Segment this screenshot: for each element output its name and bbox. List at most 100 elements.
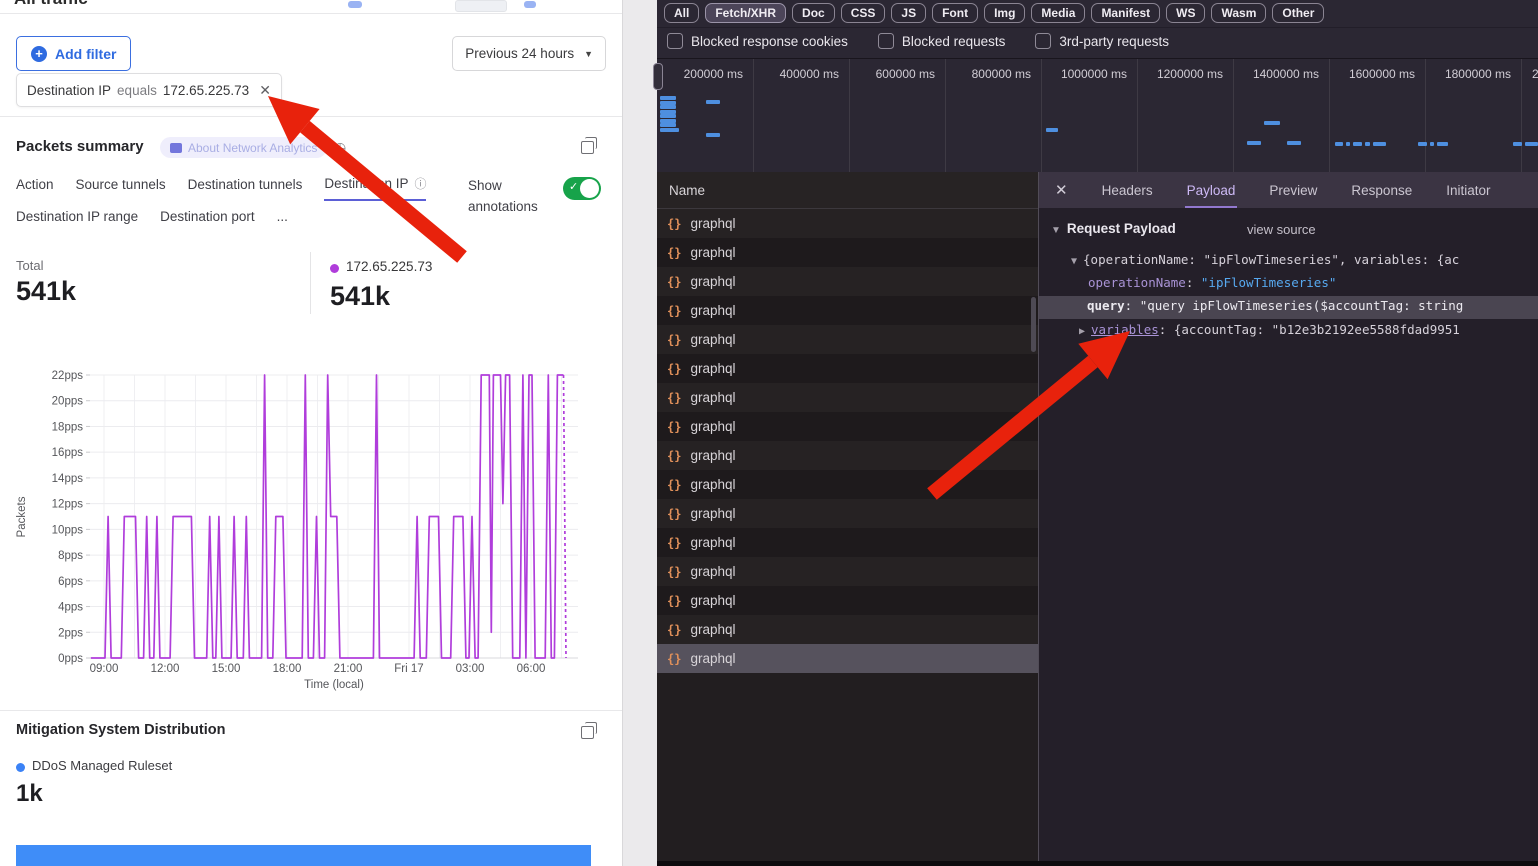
request-name: graphql <box>690 651 735 666</box>
request-type-pills: All Fetch/XHR Doc CSSJS Font Img Media Manifest… <box>664 3 1324 23</box>
request-row[interactable]: {}graphql <box>657 644 1038 673</box>
view-source-link[interactable]: view source <box>1247 222 1316 237</box>
detail-tab-response[interactable]: Response <box>1349 172 1414 208</box>
expand-card-icon[interactable] <box>581 726 594 739</box>
tab-destination-ip[interactable]: Destination IPⓘ <box>324 175 426 201</box>
series-dot <box>330 264 339 273</box>
toggle-knob <box>580 179 599 198</box>
triangle-down-icon: ▼ <box>1051 225 1061 236</box>
show-annotations-toggle[interactable]: ✓ <box>563 177 601 200</box>
json-icon: {} <box>667 536 681 550</box>
request-row[interactable]: {}graphql <box>657 209 1038 238</box>
window-gap <box>622 0 658 866</box>
timeline-tick-label: 1000000 ms <box>1061 67 1127 81</box>
svg-text:8pps: 8pps <box>58 550 83 562</box>
time-range-dropdown[interactable]: Previous 24 hours ▼ <box>452 36 606 71</box>
timeline-grip[interactable] <box>653 63 663 90</box>
filter-pill-media[interactable]: Media <box>1031 3 1085 23</box>
checkbox-3rd-party-requests[interactable]: 3rd-party requests <box>1035 33 1169 49</box>
expand-card-icon[interactable] <box>581 141 594 154</box>
request-row[interactable]: {}graphql <box>657 615 1038 644</box>
devtools-filter-bar: All Fetch/XHR Doc CSSJS Font Img Media Manifest… <box>657 0 1538 58</box>
add-filter-button[interactable]: + Add filter <box>16 36 131 71</box>
tab-label: Destination tunnels <box>188 177 303 192</box>
request-name: graphql <box>690 564 735 579</box>
detail-tab-headers[interactable]: Headers <box>1100 172 1155 208</box>
filter-chip[interactable]: Destination IP equals 172.65.225.73 ✕ <box>16 73 282 107</box>
request-row[interactable]: {}graphql <box>657 383 1038 412</box>
request-row[interactable]: {}graphql <box>657 441 1038 470</box>
filter-pill-manifest[interactable]: Manifest <box>1091 3 1160 23</box>
request-timing-mark <box>660 128 679 132</box>
filter-pill-css[interactable]: CSS <box>841 3 886 23</box>
about-network-analytics-badge[interactable]: About Network Analytics <box>160 137 327 158</box>
svg-text:0pps: 0pps <box>58 653 83 665</box>
remove-filter-icon[interactable]: ✕ <box>259 82 271 99</box>
mitigation-title: Mitigation System Distribution <box>16 722 225 738</box>
total-value: 541k <box>16 276 76 307</box>
request-row[interactable]: {}graphql <box>657 267 1038 296</box>
checkbox-icon[interactable] <box>878 33 894 49</box>
request-name: graphql <box>690 419 735 434</box>
request-row[interactable]: {}graphql <box>657 296 1038 325</box>
filter-operator: equals <box>117 83 157 98</box>
filter-pill-fetchxhr[interactable]: Fetch/XHR <box>705 3 786 23</box>
tab-action[interactable]: Action <box>16 175 54 201</box>
request-name: graphql <box>690 274 735 289</box>
payload-root-line[interactable]: ▼{operationName: "ipFlowTimeseries", var… <box>1071 252 1459 267</box>
tab-destination-port[interactable]: Destination port <box>160 209 255 231</box>
total-label: Total <box>16 258 43 273</box>
request-row[interactable]: {} graphql <box>657 557 1038 586</box>
filter-pill-img[interactable]: Img <box>984 3 1025 23</box>
request-row[interactable]: {}graphql <box>657 586 1038 615</box>
checkbox-label: 3rd-party requests <box>1059 34 1169 49</box>
checkbox-icon[interactable] <box>1035 33 1051 49</box>
filter-pill-js[interactable]: JS <box>891 3 926 23</box>
request-row[interactable]: {}graphql <box>657 499 1038 528</box>
request-payload-title[interactable]: ▼Request Payload <box>1051 221 1176 236</box>
checkbox-blocked-response-cookies[interactable]: Blocked response cookies <box>667 33 848 49</box>
filter-pill-font[interactable]: Font <box>932 3 978 23</box>
plus-icon: + <box>31 46 47 62</box>
filter-pill-wasm[interactable]: Wasm <box>1211 3 1266 23</box>
filter-pill-doc[interactable]: Doc <box>792 3 835 23</box>
tab-source-tunnels[interactable]: Source tunnels <box>76 175 166 201</box>
filter-pill-other[interactable]: Other <box>1272 3 1324 23</box>
json-icon: {} <box>667 565 681 579</box>
request-timing-mark <box>1513 142 1522 146</box>
request-row[interactable]: {}graphql <box>657 528 1038 557</box>
filter-pill-ws[interactable]: WS <box>1166 3 1205 23</box>
payload-query-line[interactable]: query: "query ipFlowTimeseries($accountT… <box>1039 296 1538 319</box>
detail-tab-preview[interactable]: Preview <box>1267 172 1319 208</box>
close-icon[interactable]: ✕ <box>1055 181 1068 199</box>
checkbox-icon[interactable] <box>667 33 683 49</box>
timeline-tick-label: 600000 ms <box>876 67 935 81</box>
request-row[interactable]: {}graphql <box>657 354 1038 383</box>
name-column-header[interactable]: Name <box>657 172 1038 209</box>
request-timing-mark <box>706 133 720 137</box>
tab-destination-tunnels[interactable]: Destination tunnels <box>188 175 303 201</box>
network-timeline-overview[interactable]: 200000 ms400000 ms600000 ms800000 ms1000… <box>657 58 1538 174</box>
timeline-gridline <box>753 59 754 173</box>
request-row[interactable]: {}graphql <box>657 238 1038 267</box>
tab-label: Destination IP range <box>16 209 138 224</box>
page-title: All traffic <box>14 0 88 9</box>
detail-tab-initiator[interactable]: Initiator <box>1444 172 1492 208</box>
mitigation-legend: DDoS Managed Ruleset <box>32 758 172 773</box>
timeline-tick-label: 800000 ms <box>972 67 1031 81</box>
chevron-down-icon: ▼ <box>584 49 593 59</box>
request-row[interactable]: {}graphql <box>657 470 1038 499</box>
tab-destination-ip-range[interactable]: Destination IP range <box>16 209 138 231</box>
request-timing-mark <box>660 105 676 109</box>
detail-tab-payload[interactable]: Payload <box>1185 172 1238 208</box>
request-row[interactable]: {}graphql <box>657 412 1038 441</box>
checkbox-blocked-requests[interactable]: Blocked requests <box>878 33 1006 49</box>
filter-pill-all[interactable]: All <box>664 3 699 23</box>
scrollbar-thumb[interactable] <box>1031 297 1036 352</box>
request-row[interactable]: {}graphql <box>657 325 1038 354</box>
payload-operationname-line[interactable]: operationName: "ipFlowTimeseries" <box>1088 275 1336 290</box>
tab----[interactable]: ... <box>277 209 288 231</box>
request-timing-mark <box>1365 142 1370 146</box>
timeline-gridline <box>1521 59 1522 173</box>
payload-variables-line[interactable]: ▶variables: {accountTag: "b12e3b2192ee55… <box>1079 322 1460 337</box>
